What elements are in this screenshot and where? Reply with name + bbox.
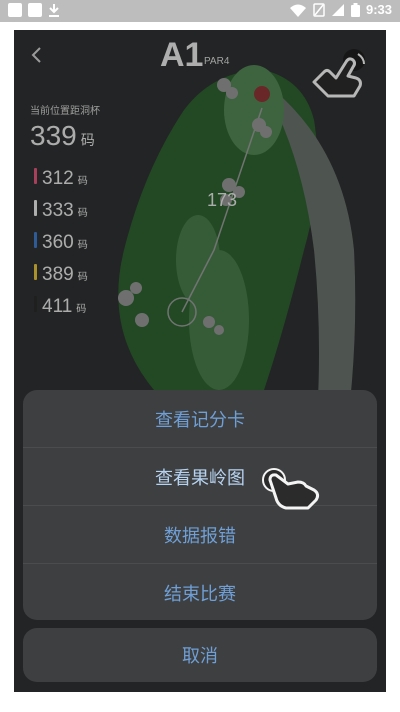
no-sim-icon [313,2,325,17]
signal-icon [331,3,344,16]
notification-square-icon [8,3,22,17]
view-scorecard-option[interactable]: 查看记分卡 [23,390,377,448]
app-screen: A1 PAR4 当前位置距洞杯 339 码 312 码 333 码 360 码 389 码… [14,30,386,692]
status-left [8,3,60,17]
status-bar: 9:33 [0,0,400,22]
tap-hint [260,466,322,515]
status-right: 9:33 [289,2,392,17]
action-sheet: 查看记分卡 查看果岭图 数据报错 结束比赛 [23,390,377,620]
notification-square-icon [28,3,42,17]
end-match-option[interactable]: 结束比赛 [23,564,377,620]
battery-icon [350,2,360,17]
view-green-map-option[interactable]: 查看果岭图 [23,448,377,506]
cancel-button[interactable]: 取消 [23,628,377,682]
status-time: 9:33 [365,2,392,17]
report-data-error-option[interactable]: 数据报错 [23,506,377,564]
tap-hand-icon [262,468,320,510]
wifi-icon [289,4,306,17]
download-icon [49,4,59,17]
